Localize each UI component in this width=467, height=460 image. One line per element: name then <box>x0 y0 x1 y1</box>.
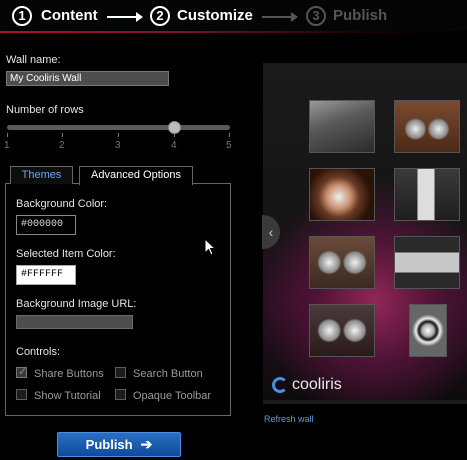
slider-tick-label: 3 <box>115 140 121 151</box>
step-arrow-1-head <box>136 12 143 22</box>
slider-tick-label: 2 <box>59 140 65 151</box>
show-tutorial-checkbox[interactable] <box>16 389 27 400</box>
header-divider <box>0 31 467 33</box>
bg-image-label: Background Image URL: <box>16 298 137 310</box>
slider-tick <box>118 133 119 137</box>
show-tutorial-label: Show Tutorial <box>34 390 101 402</box>
controls-label: Controls: <box>16 346 61 358</box>
bg-color-field[interactable]: #000000 <box>16 215 76 235</box>
mouse-pointer-icon <box>204 238 216 256</box>
step-arrow-2 <box>262 16 292 18</box>
slider-tick-label: 4 <box>171 140 177 151</box>
tab-themes[interactable]: Themes <box>10 166 73 184</box>
preview-thumbnail[interactable] <box>309 304 375 357</box>
step-1-number: 1 <box>12 6 32 26</box>
preview-bottom-bar <box>263 400 467 404</box>
preview-thumbnail[interactable] <box>309 236 375 289</box>
preview-thumbnail[interactable] <box>309 100 375 153</box>
slider-tick <box>7 133 8 137</box>
selected-color-field[interactable]: #FFFFFF <box>16 265 76 285</box>
opaque-toolbar-label: Opaque Toolbar <box>133 390 212 402</box>
step-1-label[interactable]: Content <box>41 7 98 24</box>
search-button-label: Search Button <box>133 368 203 380</box>
preview-thumbnail[interactable] <box>309 168 375 221</box>
step-3-label[interactable]: Publish <box>333 7 387 24</box>
opaque-toolbar-checkbox[interactable] <box>115 389 126 400</box>
arrow-right-icon: ➔ <box>140 436 153 452</box>
share-buttons-label: Share Buttons <box>34 368 104 380</box>
preview-thumbnail[interactable] <box>394 168 460 221</box>
cooliris-logo-icon <box>272 377 288 393</box>
wizard-header: 1 Content 2 Customize 3 Publish <box>0 0 467 32</box>
slider-tick <box>62 133 63 137</box>
publish-button-label: Publish <box>85 437 133 452</box>
rows-slider-thumb[interactable] <box>168 121 181 134</box>
search-button-checkbox[interactable] <box>115 367 126 378</box>
share-buttons-checkbox[interactable]: ✓ <box>16 366 28 378</box>
slider-tick-label: 5 <box>226 140 232 151</box>
preview-thumbnail[interactable] <box>409 304 447 357</box>
wall-name-label: Wall name: <box>6 54 61 66</box>
tab-advanced-options[interactable]: Advanced Options <box>79 166 193 185</box>
wall-name-input[interactable] <box>6 71 169 86</box>
preview-thumbnail[interactable] <box>394 100 460 153</box>
slider-tick <box>229 133 230 137</box>
step-arrow-1 <box>107 16 137 18</box>
step-2-number: 2 <box>150 6 170 26</box>
step-2-label[interactable]: Customize <box>177 7 253 24</box>
refresh-wall-link[interactable]: Refresh wall <box>264 414 314 424</box>
check-icon: ✓ <box>18 366 28 378</box>
bg-color-label: Background Color: <box>16 198 108 210</box>
cooliris-logo-text: cooliris <box>292 376 342 393</box>
selected-color-label: Selected Item Color: <box>16 248 116 260</box>
publish-button[interactable]: Publish ➔ <box>57 432 181 457</box>
step-3-number: 3 <box>306 6 326 26</box>
rows-label: Number of rows <box>6 104 84 116</box>
slider-tick-label: 1 <box>4 140 10 151</box>
bg-image-url-input[interactable] <box>16 315 133 329</box>
step-arrow-2-head <box>291 12 298 22</box>
preview-thumbnail[interactable] <box>394 236 460 289</box>
rows-slider-track[interactable] <box>7 125 230 130</box>
